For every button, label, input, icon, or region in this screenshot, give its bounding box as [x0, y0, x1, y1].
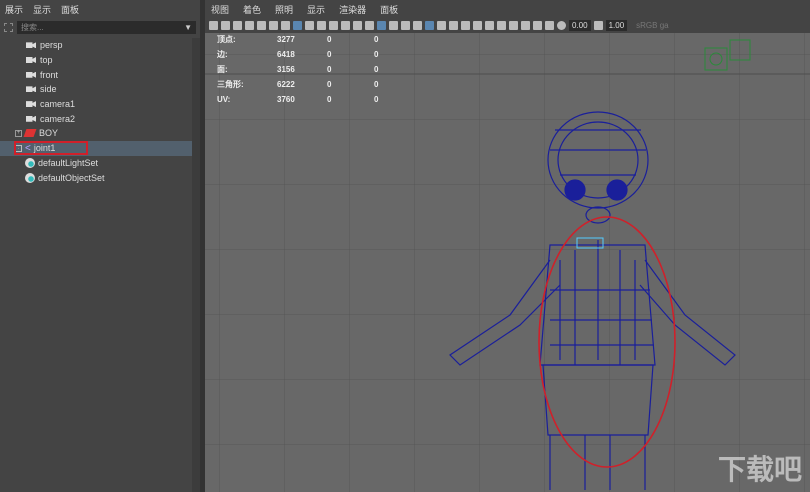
menu-lighting[interactable]: 照明 — [275, 3, 293, 16]
grid-toggle-icon[interactable] — [293, 21, 302, 30]
select-icon[interactable] — [4, 22, 13, 32]
wireframe-icon[interactable] — [377, 21, 386, 30]
outliner-item-side[interactable]: side — [0, 82, 192, 97]
camera-attr-icon[interactable] — [221, 21, 230, 30]
menu-shading[interactable]: 着色 — [243, 3, 261, 16]
camera-icon — [26, 101, 36, 108]
search-input[interactable]: 搜索... ▼ — [17, 20, 196, 34]
outliner-tree: persp top front side camera1 camera2 + BO… — [0, 38, 192, 185]
safe-title-icon[interactable] — [365, 21, 374, 30]
dof-icon[interactable] — [497, 21, 506, 30]
hud-row-faces: 面: 3156 0 0 — [217, 65, 379, 74]
outliner-menubar: 展示 显示 面板 — [0, 0, 200, 18]
outliner-item-top[interactable]: top — [0, 53, 192, 68]
exposure-icon — [557, 21, 566, 30]
exposure-input[interactable]: 0.00 — [569, 20, 591, 31]
backface-icon[interactable] — [545, 21, 554, 30]
outliner-item-camera2[interactable]: camera2 — [0, 111, 192, 126]
outliner-item-camera1[interactable]: camera1 — [0, 97, 192, 112]
highlight-box — [14, 140, 88, 155]
smooth-shade-icon[interactable] — [389, 21, 398, 30]
chevron-down-icon[interactable]: ▼ — [184, 21, 192, 34]
ao-icon[interactable] — [461, 21, 470, 30]
film-gate-icon[interactable] — [305, 21, 314, 30]
outliner-item-boy[interactable]: + BOY — [0, 126, 192, 141]
default-material-icon[interactable] — [401, 21, 410, 30]
menu-show[interactable]: 显示 — [307, 3, 325, 16]
camera-icon[interactable] — [209, 21, 218, 30]
outliner-item-joint1[interactable]: : < joint1 — [0, 140, 192, 156]
textured-icon[interactable] — [413, 21, 422, 30]
pencil-icon[interactable] — [281, 21, 290, 30]
outliner-item-front[interactable]: front — [0, 67, 192, 82]
gamma-input[interactable]: 1.00 — [605, 20, 628, 31]
camera-icon — [26, 115, 36, 122]
motion-blur-icon[interactable] — [473, 21, 482, 30]
xray-icon[interactable] — [425, 21, 434, 30]
camera-icon — [26, 57, 36, 64]
mesh-group-icon — [23, 129, 37, 138]
outliner-panel: 展示 显示 面板 搜索... ▼ persp top front side cam… — [0, 0, 200, 492]
camera-icon — [26, 71, 36, 78]
menu-panels[interactable]: 面板 — [61, 3, 79, 16]
pivot-icon[interactable] — [269, 21, 278, 30]
safe-action-icon[interactable] — [353, 21, 362, 30]
xray-joints-icon[interactable] — [521, 21, 530, 30]
hud-row-uvs: UV: 3760 0 0 — [217, 95, 379, 104]
menu-display[interactable]: 显示 — [33, 3, 51, 16]
outliner-item-defaultlightset[interactable]: defaultLightSet — [0, 156, 192, 171]
camera-icon — [26, 42, 36, 49]
field-chart-icon[interactable] — [341, 21, 350, 30]
resolution-gate-icon[interactable] — [317, 21, 326, 30]
menu-renderer[interactable]: 渲染器 — [339, 3, 366, 16]
viewport-panel[interactable]: 视图 着色 照明 显示 渲染器 面板 0.00 1.00 sRGB ga 顶点:… — [205, 0, 810, 492]
set-icon — [25, 157, 35, 168]
outliner-scrollbar[interactable] — [192, 38, 200, 492]
gate-mask-icon[interactable] — [329, 21, 338, 30]
bookmark-icon[interactable] — [233, 21, 242, 30]
poly-count-hud: 顶点: 3277 0 0 边: 6418 0 0 面: 3156 0 0 三角形: 6222 0 0 U… — [217, 32, 378, 107]
gamma-icon — [593, 21, 603, 30]
xray-active-icon[interactable] — [533, 21, 542, 30]
isolate-select-icon[interactable] — [509, 21, 518, 30]
outliner-item-persp[interactable]: persp — [0, 38, 192, 53]
outliner-item-defaultobjectset[interactable]: defaultObjectSet — [0, 170, 192, 185]
hud-row-triangles: 三角形: 6222 0 0 — [217, 80, 379, 89]
image-plane-icon[interactable] — [245, 21, 254, 30]
menu-view[interactable]: 视图 — [211, 3, 229, 16]
color-space-select[interactable]: sRGB ga — [636, 21, 668, 30]
set-icon — [25, 172, 35, 183]
viewport-toolbar: 0.00 1.00 sRGB ga — [205, 18, 810, 33]
lights-icon[interactable] — [437, 21, 446, 30]
grease-pencil-icon[interactable] — [257, 21, 266, 30]
camera-icon — [26, 86, 36, 93]
watermark: 下载吧 — [717, 454, 802, 485]
hud-row-vertices: 顶点: 3277 0 0 — [217, 35, 379, 44]
menu-show[interactable]: 展示 — [5, 3, 23, 16]
menu-panels[interactable]: 面板 — [380, 3, 398, 16]
viewport-menubar: 视图 着色 照明 显示 渲染器 面板 — [205, 0, 810, 18]
expand-icon[interactable]: + — [15, 129, 22, 137]
hud-row-edges: 边: 6418 0 0 — [217, 50, 379, 59]
aa-icon[interactable] — [485, 21, 494, 30]
shadows-icon[interactable] — [449, 21, 458, 30]
